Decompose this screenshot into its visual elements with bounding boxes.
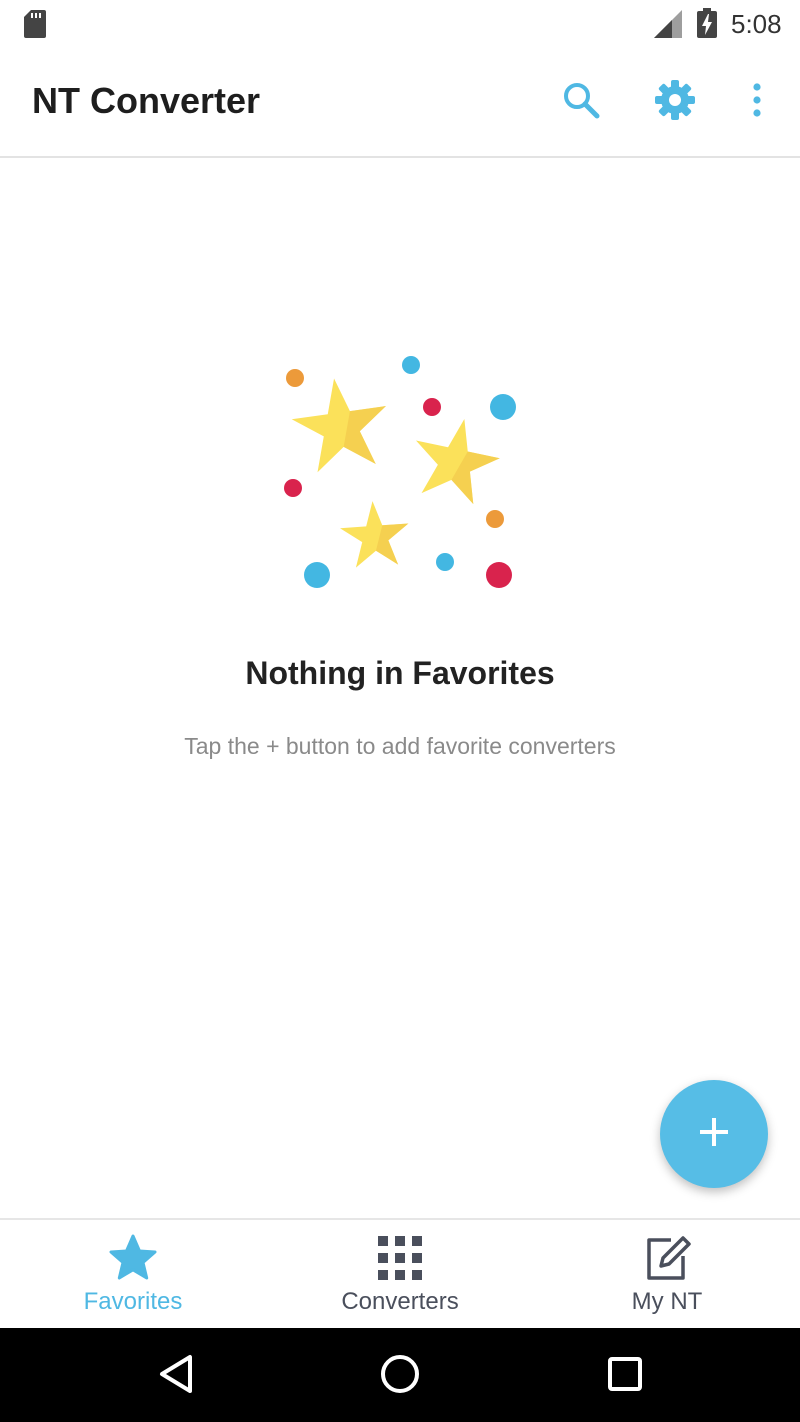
status-bar: 5:08	[0, 0, 800, 48]
nav-label-favorites: Favorites	[83, 1288, 183, 1315]
empty-state-subtitle: Tap the + button to add favorite convert…	[184, 733, 616, 759]
system-recents-button[interactable]	[599, 1350, 651, 1402]
more-options-button[interactable]	[731, 76, 783, 128]
grid-icon	[376, 1234, 424, 1287]
system-navigation-bar	[0, 1328, 800, 1422]
edit-note-icon	[643, 1234, 691, 1287]
bottom-navigation: Favorites Converters My NT	[0, 1218, 800, 1330]
home-icon	[380, 1354, 420, 1399]
nav-item-favorites[interactable]: Favorites	[0, 1220, 266, 1330]
back-icon	[158, 1354, 194, 1399]
gear-icon	[654, 79, 696, 126]
plus-icon	[698, 1116, 730, 1153]
settings-button[interactable]	[649, 76, 701, 128]
system-home-button[interactable]	[374, 1350, 426, 1402]
app-bar: NT Converter	[0, 48, 800, 158]
nav-item-converters[interactable]: Converters	[267, 1220, 533, 1330]
stars-illustration	[270, 345, 530, 600]
more-vert-icon	[751, 82, 763, 123]
sd-card-icon	[24, 10, 46, 43]
system-back-button[interactable]	[150, 1350, 202, 1402]
nav-label-my-nt: My NT	[631, 1288, 703, 1315]
recents-icon	[607, 1356, 643, 1397]
cellular-signal-icon	[654, 10, 682, 43]
search-button[interactable]	[555, 76, 607, 128]
app-title: NT Converter	[32, 80, 261, 121]
status-time: 5:08	[731, 9, 782, 39]
nav-label-converters: Converters	[341, 1288, 459, 1315]
nav-item-my-nt[interactable]: My NT	[534, 1220, 800, 1330]
search-icon	[561, 80, 601, 125]
empty-state-title: Nothing in Favorites	[245, 655, 555, 691]
add-favorite-button[interactable]	[660, 1080, 768, 1188]
battery-charging-icon	[697, 8, 717, 43]
star-icon	[108, 1234, 158, 1287]
